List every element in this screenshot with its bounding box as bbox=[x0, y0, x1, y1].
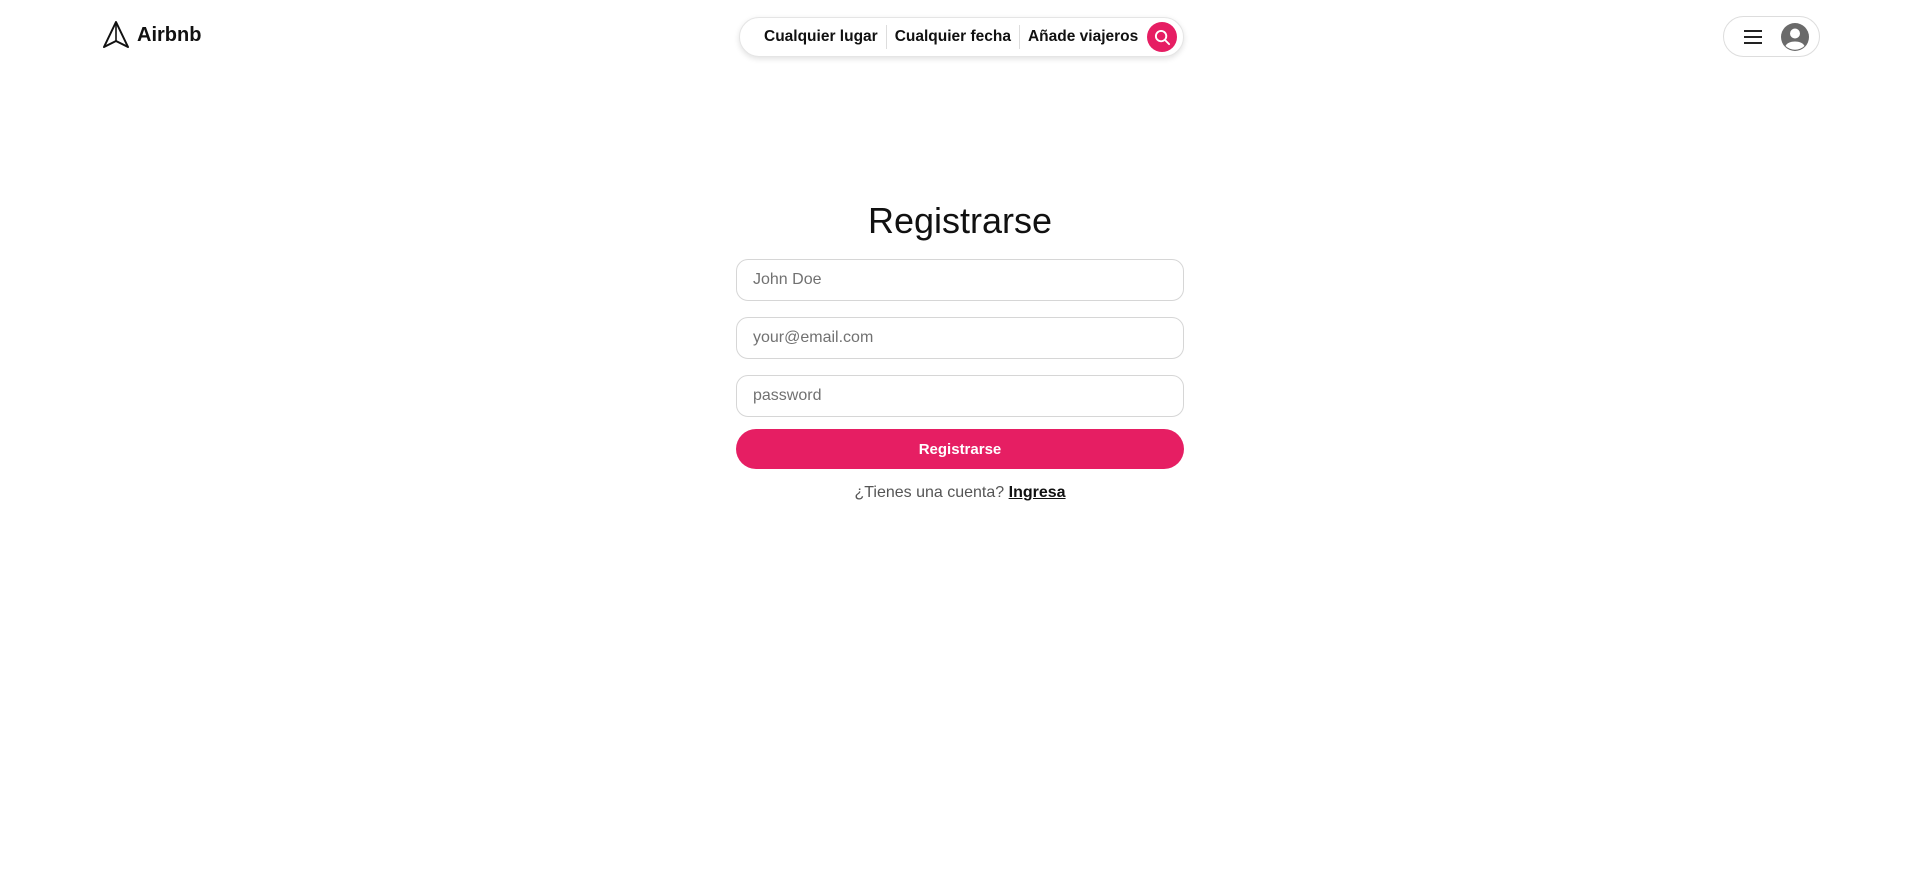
page-title: Registrarse bbox=[867, 200, 1053, 241]
top-navbar: Airbnb Cualquier lugar Cualquier fecha A… bbox=[0, 0, 1918, 72]
name-input[interactable] bbox=[736, 259, 1184, 301]
search-divider bbox=[885, 25, 887, 49]
brand-logo[interactable]: Airbnb bbox=[101, 20, 201, 50]
airbnb-logo-icon bbox=[101, 20, 131, 50]
search-icon bbox=[1154, 29, 1171, 46]
brand-name: Airbnb bbox=[137, 23, 202, 46]
search-button[interactable] bbox=[1147, 22, 1177, 52]
search-date[interactable]: Cualquier fecha bbox=[895, 28, 1011, 46]
password-input[interactable] bbox=[736, 375, 1184, 417]
search-divider bbox=[1018, 25, 1020, 49]
search-bar[interactable]: Cualquier lugar Cualquier fecha Añade vi… bbox=[739, 17, 1184, 57]
user-menu-button[interactable] bbox=[1723, 16, 1820, 57]
login-prompt-text: ¿Tienes una cuenta? bbox=[854, 484, 1005, 501]
signup-form: Registrarse Registrarse ¿Tienes una cuen… bbox=[736, 195, 1184, 502]
hamburger-menu-icon bbox=[1744, 29, 1762, 44]
login-prompt-line: ¿Tienes una cuenta? Ingresa bbox=[736, 484, 1184, 502]
register-button[interactable]: Registrarse bbox=[736, 429, 1184, 469]
search-location[interactable]: Cualquier lugar bbox=[764, 28, 878, 46]
search-guests[interactable]: Añade viajeros bbox=[1028, 28, 1138, 46]
login-link[interactable]: Ingresa bbox=[1009, 484, 1066, 501]
email-input[interactable] bbox=[736, 317, 1184, 359]
user-avatar-icon bbox=[1781, 22, 1809, 51]
